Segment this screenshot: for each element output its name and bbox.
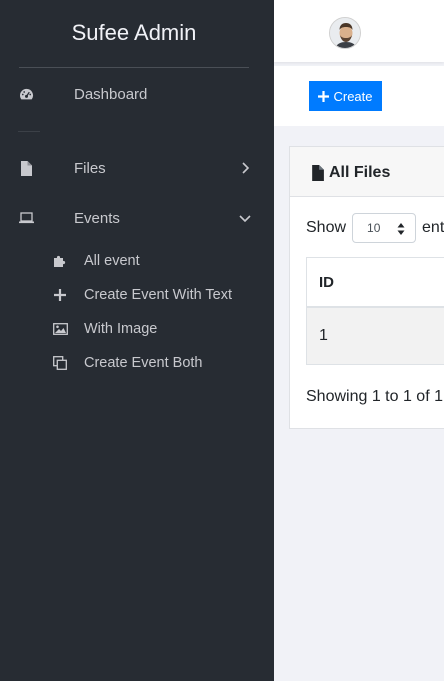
table-row[interactable]: 1 (306, 308, 444, 365)
sidebar-item-label: Dashboard (74, 85, 148, 103)
chevron-down-icon (238, 211, 252, 225)
file-icon (18, 160, 34, 176)
table-header-id[interactable]: ID (306, 257, 444, 308)
submenu-item-label: Create Event Both (84, 355, 203, 371)
submenu-item-label: Create Event With Text (84, 287, 233, 303)
puzzle-icon (52, 253, 68, 269)
create-button-label: Create (333, 88, 373, 104)
column-header: ID (319, 273, 334, 291)
create-button[interactable]: Create (309, 81, 382, 111)
show-label: Show (306, 219, 347, 236)
sidebar-item-dashboard[interactable]: Dashboard (0, 76, 274, 112)
sidebar-item-label: Events (74, 209, 120, 227)
brand-name-light: Sufee (71, 20, 130, 45)
sidebar-item-events[interactable]: Events (0, 200, 274, 236)
user-avatar[interactable] (329, 17, 361, 49)
top-header (274, 0, 444, 62)
menu-divider (18, 131, 40, 132)
submenu-item-label: All event (84, 253, 140, 269)
table-cell: 1 (319, 327, 328, 344)
submenu-item-create-event-text[interactable]: Create Event With Text (50, 281, 260, 309)
brand-name-bold: Admin (134, 20, 197, 45)
sort-arrows-icon (397, 223, 405, 235)
submenu-item-label: With Image (84, 321, 158, 337)
page-toolbar: Create (274, 66, 444, 126)
table-info: Showing 1 to 1 of 1 (306, 388, 443, 405)
brand-logo[interactable]: Sufee Admin (0, 20, 268, 46)
files-card: All Files Show 10 entr ID 1 Showing 1 to… (289, 146, 444, 429)
chevron-right-icon (238, 161, 252, 175)
file-icon (312, 165, 324, 181)
sidebar: Sufee Admin Dashboard Files Events All e… (0, 0, 274, 681)
files-table: ID 1 (306, 257, 444, 365)
plus-icon (318, 90, 330, 102)
clone-icon (52, 355, 68, 371)
laptop-icon (18, 210, 34, 226)
image-icon (52, 321, 68, 337)
dashboard-icon (18, 86, 34, 102)
plus-icon (52, 287, 68, 303)
card-title-text: All Files (329, 164, 391, 181)
brand-divider (19, 67, 249, 68)
sidebar-item-files[interactable]: Files (0, 150, 274, 186)
entries-label: entr (422, 219, 444, 236)
page-length-select[interactable]: 10 (352, 213, 417, 243)
submenu-item-all-event[interactable]: All event (50, 247, 260, 275)
sidebar-item-label: Files (74, 159, 106, 177)
page-length-value: 10 (367, 221, 381, 235)
card-title: All Files (311, 164, 390, 182)
page-length-control: Show 10 entr (306, 213, 444, 243)
card-header: All Files (290, 147, 444, 197)
submenu-item-with-image[interactable]: With Image (50, 315, 260, 343)
submenu-item-create-event-both[interactable]: Create Event Both (50, 349, 260, 377)
